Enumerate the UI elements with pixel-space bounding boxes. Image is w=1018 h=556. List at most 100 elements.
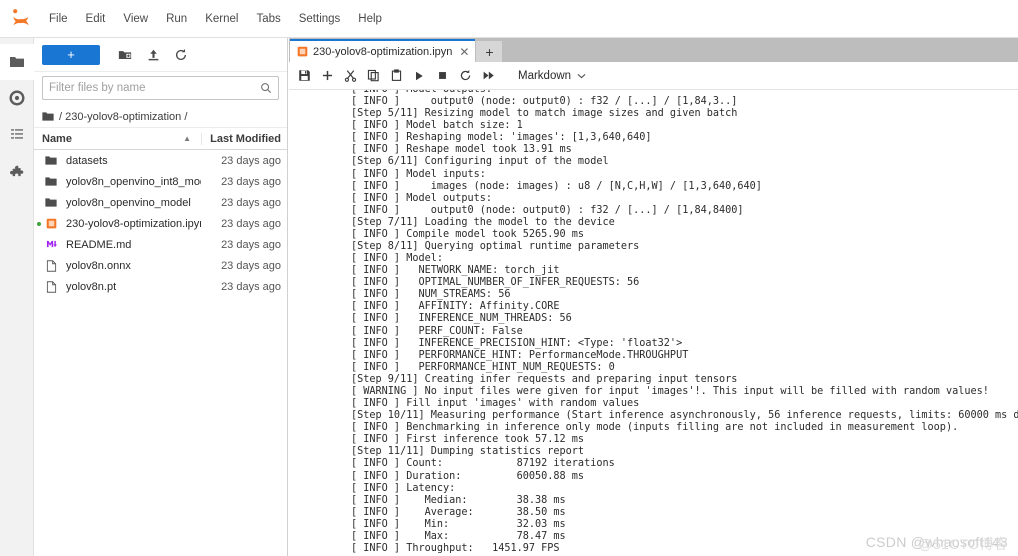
output-line: [ INFO ] PERF_COUNT: False (351, 325, 523, 337)
upload-icon[interactable] (140, 44, 166, 66)
restart-icon[interactable] (454, 65, 476, 87)
new-tab-button[interactable]: + (476, 41, 503, 62)
output-line: [ INFO ] Median: 38.38 ms (351, 494, 566, 506)
file-list-item[interactable]: 230-yolov8-optimization.ipynb 23 days ago (34, 213, 287, 234)
stop-icon[interactable] (431, 65, 453, 87)
folder-icon (42, 111, 54, 122)
main-dock-panel: 230-yolov8-optimization.ipyn ✕ + Markdow… (289, 38, 1018, 556)
output-line: [ INFO ] Reshape model took 13.91 ms (351, 144, 572, 156)
notebook-toolbar: Markdown (289, 62, 1018, 90)
output-line: [ INFO ] Model: (351, 253, 444, 265)
file-list-item[interactable]: yolov8n_openvino_int8_model 23 days ago (34, 171, 287, 192)
output-line: [ INFO ] Benchmarking in inference only … (351, 422, 959, 434)
output-line: [Step 9/11] Creating infer requests and … (351, 373, 738, 385)
menu-item-kernel[interactable]: Kernel (196, 8, 247, 30)
paste-icon[interactable] (385, 65, 407, 87)
search-input[interactable] (49, 82, 260, 94)
output-line: [ INFO ] output0 (node: output0) : f32 /… (351, 204, 744, 216)
file-last-modified: 23 days ago (221, 280, 281, 293)
file-browser-panel: + Filter files by name / 230-yolov8-opti… (34, 38, 288, 556)
output-line: [ INFO ] Duration: 60050.88 ms (351, 470, 585, 482)
file-last-modified: 23 days ago (221, 259, 281, 272)
play-icon[interactable] (408, 65, 430, 87)
file-list-item[interactable]: README.md 23 days ago (34, 234, 287, 255)
menu-item-help[interactable]: Help (349, 8, 391, 30)
file-icon (40, 280, 62, 293)
output-line: [ INFO ] output0 (node: output0) : f32 /… (351, 96, 738, 108)
output-line: [ INFO ] Compile model took 5265.90 ms (351, 228, 585, 240)
output-line: [ INFO ] Reshaping model: 'images': [1,3… (351, 132, 652, 144)
file-last-modified: 23 days ago (221, 217, 281, 230)
file-browser-toolbar: + (34, 38, 287, 72)
menu-item-run[interactable]: Run (157, 8, 196, 30)
output-line: [ INFO ] PERFORMANCE_HINT: PerformanceMo… (351, 349, 689, 361)
tab-bar: 230-yolov8-optimization.ipyn ✕ + (289, 38, 1018, 62)
menu-item-settings[interactable]: Settings (290, 8, 350, 30)
output-line: [ INFO ] Average: 38.50 ms (351, 506, 566, 518)
notebook-icon (297, 46, 308, 57)
file-name: yolov8n_openvino_int8_model (66, 175, 201, 188)
commands-list-icon[interactable] (0, 116, 34, 152)
close-icon[interactable]: ✕ (459, 46, 469, 58)
tab-label: 230-yolov8-optimization.ipyn (313, 45, 453, 58)
activity-bar (0, 38, 34, 556)
output-line: [ INFO ] First inference took 57.12 ms (351, 434, 585, 446)
file-filter-wrapper (34, 72, 287, 106)
output-line: [Step 7/11] Loading the model to the dev… (351, 216, 615, 228)
file-icon (40, 259, 62, 272)
menu-item-file[interactable]: File (40, 8, 77, 30)
folder-icon (40, 197, 62, 208)
output-line: [Step 5/11] Resizing model to match imag… (351, 108, 738, 120)
new-folder-icon[interactable] (112, 44, 138, 66)
tab-230-yolov8-optimization[interactable]: 230-yolov8-optimization.ipyn ✕ (290, 39, 476, 62)
menu-item-view[interactable]: View (114, 8, 157, 30)
folder-icon (40, 155, 62, 166)
output-line: [ INFO ] OPTIMAL_NUMBER_OF_INFER_REQUEST… (351, 277, 640, 289)
column-header-name[interactable]: Name (34, 133, 183, 145)
benchmark-output-log: [ INFO ] Model outputs:[ INFO ] output0 … (289, 90, 1018, 555)
new-launcher-button[interactable]: + (42, 44, 100, 65)
output-line: [Step 8/11] Querying optimal runtime par… (351, 241, 640, 253)
output-line: [ INFO ] INFERENCE_NUM_THREADS: 56 (351, 313, 572, 325)
file-list-item[interactable]: yolov8n.onnx 23 days ago (34, 255, 287, 276)
column-header-last-modified[interactable]: Last Modified (201, 132, 287, 145)
file-filter-box[interactable] (42, 76, 279, 100)
file-name: README.md (66, 238, 132, 251)
file-name: yolov8n.onnx (66, 259, 131, 272)
refresh-icon[interactable] (168, 44, 194, 66)
output-line: [ INFO ] images (node: images) : u8 / [N… (351, 180, 762, 192)
file-list-item[interactable]: datasets 23 days ago (34, 150, 287, 171)
notebook-output-area[interactable]: [ INFO ] Model outputs:[ INFO ] output0 … (289, 90, 1018, 556)
fast-forward-icon[interactable] (477, 65, 499, 87)
output-line: [ INFO ] NUM_STREAMS: 56 (351, 289, 511, 301)
file-list-item[interactable]: yolov8n_openvino_model 23 days ago (34, 192, 287, 213)
output-line: [ INFO ] Latency: (351, 482, 456, 494)
file-list-item[interactable]: yolov8n.pt 23 days ago (34, 276, 287, 297)
output-line: [Step 6/11] Configuring input of the mod… (351, 156, 609, 168)
plus-icon[interactable] (316, 65, 338, 87)
output-line: [ INFO ] Fill input 'images' with random… (351, 398, 640, 410)
output-line: [Step 10/11] Measuring performance (Star… (351, 410, 1018, 422)
file-list-header: Name ▲ Last Modified (34, 128, 287, 150)
search-icon (260, 82, 272, 94)
extension-manager-icon[interactable] (0, 152, 34, 188)
scissors-icon[interactable] (339, 65, 361, 87)
save-icon[interactable] (293, 65, 315, 87)
cell-type-dropdown[interactable]: Markdown (512, 65, 592, 87)
file-browser-icon[interactable] (0, 44, 34, 80)
file-name: yolov8n.pt (66, 280, 117, 293)
breadcrumb[interactable]: / 230-yolov8-optimization / (34, 106, 287, 128)
file-last-modified: 23 days ago (221, 196, 281, 209)
notebook-icon (40, 218, 62, 229)
menu-item-edit[interactable]: Edit (77, 8, 115, 30)
file-list: datasets 23 days ago yolov8n_openvino_int8… (34, 150, 287, 556)
file-name: datasets (66, 154, 108, 167)
menu-item-tabs[interactable]: Tabs (247, 8, 289, 30)
output-line: [ INFO ] Min: 32.03 ms (351, 518, 566, 530)
jupyter-logo-icon (8, 6, 34, 32)
output-line: [ INFO ] NETWORK_NAME: torch_jit (351, 265, 560, 277)
running-terminals-icon[interactable] (0, 80, 34, 116)
output-line: [ INFO ] AFFINITY: Affinity.CORE (351, 301, 560, 313)
output-line: [ WARNING ] No input files were given fo… (351, 385, 989, 397)
copy-icon[interactable] (362, 65, 384, 87)
